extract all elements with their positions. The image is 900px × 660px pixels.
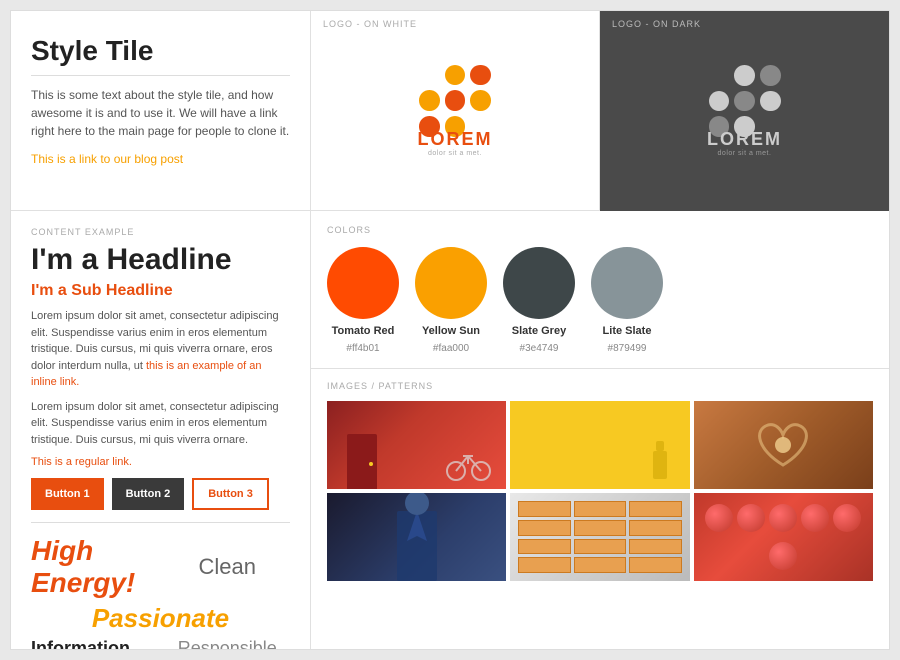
heart-visual xyxy=(694,401,873,489)
door-decoration xyxy=(347,434,377,489)
color-hex-slate-grey: #3e4749 xyxy=(520,343,559,354)
blog-link[interactable]: This is a link to our blog post xyxy=(31,152,183,166)
logo-dark-label: LOGO - ON DARK xyxy=(612,19,701,29)
logo-white-text: LOREM dolor sit a met. xyxy=(418,129,493,157)
tomato-2 xyxy=(737,504,765,532)
button-3[interactable]: Button 3 xyxy=(192,478,269,510)
page-title: Style Tile xyxy=(31,35,290,67)
color-hex-yellow: #faa000 xyxy=(433,343,469,354)
tomato-6 xyxy=(769,542,797,570)
color-item-lite-slate: Lite Slate #879499 xyxy=(591,247,663,354)
tomato-3 xyxy=(769,504,797,532)
regular-link[interactable]: This is a regular link. xyxy=(31,456,290,468)
bike-icon xyxy=(446,446,491,481)
colors-section: COLORS Tomato Red #ff4b01 Yellow Sun #fa… xyxy=(311,211,889,369)
content-label: CONTENT EXAMPLE xyxy=(31,227,290,237)
content-example-panel: CONTENT EXAMPLE I'm a Headline I'm a Sub… xyxy=(11,211,311,649)
image-suit xyxy=(327,493,506,581)
image-tomatoes xyxy=(694,493,873,581)
color-circle-tomato xyxy=(327,247,399,319)
tomato-group xyxy=(694,493,873,581)
main-container: Style Tile This is some text about the s… xyxy=(10,10,890,650)
logo-main-text-white: LOREM xyxy=(418,129,493,150)
color-item-tomato: Tomato Red #ff4b01 xyxy=(327,247,399,354)
building-windows xyxy=(510,493,689,581)
color-item-yellow: Yellow Sun #faa000 xyxy=(415,247,487,354)
image-yellow xyxy=(510,401,689,489)
color-circle-lite-slate xyxy=(591,247,663,319)
logo-main-text-dark: LOREM xyxy=(707,129,782,150)
color-item-slate-grey: Slate Grey #3e4749 xyxy=(503,247,575,354)
typo-clean: Clean xyxy=(199,554,256,580)
color-name-tomato: Tomato Red xyxy=(332,325,395,337)
tomato-1 xyxy=(705,504,733,532)
colors-label: COLORS xyxy=(327,225,873,235)
typography-grid: High Energy! Clean Passionate Informatio… xyxy=(31,535,290,649)
bottle-icon xyxy=(650,441,670,481)
button-1[interactable]: Button 1 xyxy=(31,478,104,510)
image-building xyxy=(510,493,689,581)
color-name-yellow: Yellow Sun xyxy=(422,325,480,337)
logo-dark-text: LOREM dolor sit a met. xyxy=(707,129,782,157)
typo-information: Information xyxy=(31,638,157,649)
logo-on-dark-panel: LOGO - ON DARK LOREM dolor sit a met. xyxy=(600,11,889,211)
bottom-right-panel: COLORS Tomato Red #ff4b01 Yellow Sun #fa… xyxy=(311,211,889,649)
logo-on-white-panel: LOGO - ON WHITE LOREM dolor sit a met. xyxy=(311,11,600,211)
image-hands xyxy=(694,401,873,489)
logo-dots-gray xyxy=(709,65,781,125)
section-divider xyxy=(31,522,290,523)
logo-sub-text-dark: dolor sit a met. xyxy=(707,150,782,157)
color-hex-tomato: #ff4b01 xyxy=(346,343,379,354)
logo-sub-text-white: dolor sit a met. xyxy=(418,150,493,157)
image-bike xyxy=(327,401,506,489)
top-left-panel: Style Tile This is some text about the s… xyxy=(11,11,311,211)
description-text: This is some text about the style tile, … xyxy=(31,86,290,140)
color-circle-slate-grey xyxy=(503,247,575,319)
typo-passionate: Passionate xyxy=(31,603,290,634)
content-headline: I'm a Headline xyxy=(31,243,290,276)
images-grid xyxy=(327,401,873,581)
heart-icon xyxy=(748,415,818,475)
logo-dots-orange xyxy=(419,65,491,125)
color-name-lite-slate: Lite Slate xyxy=(603,325,652,337)
button-2[interactable]: Button 2 xyxy=(112,478,185,510)
typo-high-energy: High Energy! xyxy=(31,535,157,599)
colors-grid: Tomato Red #ff4b01 Yellow Sun #faa000 Sl… xyxy=(327,247,873,354)
color-circle-yellow xyxy=(415,247,487,319)
tomato-5 xyxy=(833,504,861,532)
buttons-row: Button 1 Button 2 Button 3 xyxy=(31,478,290,510)
images-section: IMAGES / PATTERNS xyxy=(311,369,889,649)
typo-responsible: Responsible xyxy=(165,638,291,649)
suit-icon xyxy=(387,493,447,581)
content-body-1: Lorem ipsum dolor sit amet, consectetur … xyxy=(31,308,290,391)
content-body-2: Lorem ipsum dolor sit amet, consectetur … xyxy=(31,399,290,449)
images-label: IMAGES / PATTERNS xyxy=(327,381,873,391)
tomato-4 xyxy=(801,504,829,532)
logo-white-label: LOGO - ON WHITE xyxy=(323,19,417,29)
color-hex-lite-slate: #879499 xyxy=(608,343,647,354)
content-subheadline: I'm a Sub Headline xyxy=(31,282,290,300)
color-name-slate-grey: Slate Grey xyxy=(512,325,566,337)
